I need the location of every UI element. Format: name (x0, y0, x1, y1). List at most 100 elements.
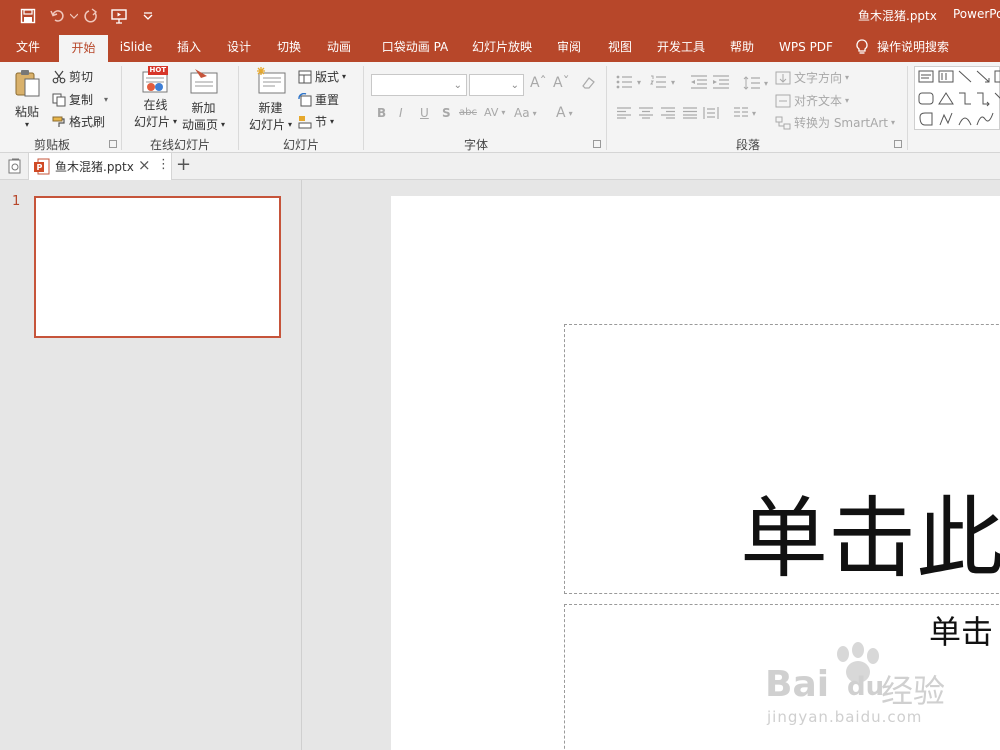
tab-pocket-animation[interactable]: 口袋动画 PA (375, 32, 455, 62)
tell-me-search[interactable]: 操作说明搜索 (855, 32, 965, 62)
title-placeholder-text: 单击此 (740, 487, 1000, 590)
bullets-dropdown-icon: ▾ (637, 77, 642, 87)
ribbon-tabs: 文件 开始 iSlide 插入 设计 切换 动画 口袋动画 PA 幻灯片放映 审… (0, 32, 1000, 62)
format-painter-button[interactable]: 格式刷 (52, 113, 105, 130)
layout-dropdown-icon: ▾ (342, 72, 347, 81)
new-animation-page-button[interactable]: 新加 动画页 ▾ (182, 66, 225, 133)
save-icon[interactable] (18, 6, 38, 26)
paragraph-launcher-icon[interactable] (894, 140, 902, 148)
group-divider (907, 66, 908, 150)
align-text-icon (775, 94, 791, 108)
slide-number: 1 (12, 194, 21, 209)
align-center-button[interactable] (638, 107, 654, 119)
new-slide-button[interactable]: 新建 幻灯片 ▾ (249, 66, 292, 133)
undo-dropdown-icon[interactable] (68, 6, 80, 26)
new-animation-page-dropdown-icon: ▾ (221, 120, 226, 129)
tell-me-label: 操作说明搜索 (877, 40, 950, 54)
shapes-gallery[interactable] (914, 66, 1000, 130)
font-size-dropdown-icon: ⌄ (510, 79, 519, 91)
tab-design[interactable]: 设计 (220, 32, 258, 62)
strikethrough-button[interactable]: abc (459, 107, 477, 118)
bold-button[interactable]: B (377, 106, 386, 120)
clear-formatting-button[interactable] (580, 75, 596, 89)
undo-icon[interactable] (48, 6, 68, 26)
convert-smartart-button[interactable]: 转换为 SmartArt ▾ (775, 114, 895, 131)
align-right-button[interactable] (660, 107, 676, 119)
tab-help[interactable]: 帮助 (723, 32, 761, 62)
group-divider (121, 66, 122, 150)
tab-review[interactable]: 审阅 (550, 32, 588, 62)
tab-slideshow[interactable]: 幻灯片放映 (468, 32, 536, 62)
close-tab-icon[interactable]: × (138, 156, 151, 174)
text-direction-button[interactable]: 文字方向 ▾ (775, 69, 849, 86)
align-text-button[interactable]: 对齐文本 ▾ (775, 92, 849, 109)
redo-icon[interactable] (82, 6, 100, 26)
document-tab[interactable]: P 鱼木混猪.pptx × ⋮ (28, 153, 172, 180)
decrease-indent-button[interactable] (690, 75, 708, 89)
new-slide-icon (253, 66, 289, 99)
tab-file[interactable]: 文件 (8, 32, 48, 62)
new-tab-icon[interactable]: + (176, 154, 191, 175)
clipboard-group-label: 剪贴板 (34, 138, 71, 152)
cut-label: 剪切 (69, 70, 94, 84)
copy-label: 复制 (69, 93, 94, 107)
distributed-button[interactable] (703, 106, 719, 120)
slide-thumbnail-pane: 1 (0, 180, 302, 750)
tab-view[interactable]: 视图 (601, 32, 639, 62)
tab-more-icon[interactable]: ⋮ (157, 157, 170, 172)
paste-button[interactable]: 粘贴 ▾ (12, 68, 42, 129)
paste-label: 粘贴 (14, 105, 39, 119)
new-slide-label-row: 幻灯片 ▾ (249, 116, 292, 133)
font-color-button[interactable]: A ▾ (556, 105, 573, 121)
underline-button[interactable]: U (420, 106, 429, 120)
smartart-icon (775, 116, 791, 130)
slide-thumbnail[interactable] (34, 196, 281, 338)
copy-icon (52, 93, 66, 107)
distributed-icon (703, 106, 719, 120)
character-spacing-label: AV (484, 106, 499, 119)
new-slide-dropdown-icon: ▾ (288, 120, 293, 129)
lightbulb-icon (855, 39, 869, 55)
tab-list-icon[interactable] (7, 158, 23, 178)
cut-button[interactable]: 剪切 (52, 68, 93, 85)
line-spacing-button[interactable]: ▾ (743, 75, 768, 91)
font-launcher-icon[interactable] (593, 140, 601, 148)
tab-islide[interactable]: iSlide (113, 32, 159, 62)
tab-transitions[interactable]: 切换 (270, 32, 308, 62)
clipboard-launcher-icon[interactable] (109, 140, 117, 148)
copy-button[interactable]: 复制 ▾ (52, 91, 108, 108)
italic-button[interactable]: I (399, 106, 403, 120)
paste-dropdown-icon: ▾ (24, 120, 29, 129)
slides-group-label: 幻灯片 (283, 138, 320, 152)
customize-toolbar-icon[interactable] (140, 6, 156, 26)
decrease-font-size-button[interactable]: Aˇ (553, 75, 570, 91)
align-left-button[interactable] (616, 107, 632, 119)
bullets-button[interactable]: ▾ (616, 75, 641, 89)
tab-home[interactable]: 开始 (59, 35, 108, 62)
start-slideshow-icon[interactable] (108, 6, 130, 26)
layout-button[interactable]: 版式 ▾ (298, 68, 346, 85)
tab-wps-pdf[interactable]: WPS PDF (773, 32, 839, 62)
title-placeholder[interactable]: 单击此 (564, 324, 1000, 594)
justify-button[interactable] (682, 107, 698, 119)
tab-animations[interactable]: 动画 (320, 32, 358, 62)
tab-insert[interactable]: 插入 (170, 32, 208, 62)
align-center-icon (638, 107, 654, 119)
paragraph-group-label: 段落 (736, 138, 761, 152)
document-tab-name: 鱼木混猪.pptx (55, 160, 134, 174)
numbering-button[interactable]: ▾ (650, 75, 675, 89)
change-case-label: Aa (514, 106, 530, 120)
change-case-button[interactable]: Aa ▾ (514, 106, 537, 120)
section-dropdown-icon: ▾ (330, 117, 335, 126)
columns-button[interactable]: ▾ (733, 107, 756, 119)
character-spacing-button[interactable]: AV ▾ (484, 106, 505, 119)
section-button[interactable]: 节 ▾ (298, 113, 334, 130)
increase-indent-button[interactable] (712, 75, 730, 89)
online-slides-button[interactable]: HOT 在线 幻灯片 ▾ (134, 66, 177, 130)
increase-font-size-button[interactable]: Aˆ (530, 75, 547, 91)
font-size-select[interactable]: ⌄ (469, 74, 524, 96)
reset-button[interactable]: 重置 (298, 91, 339, 108)
font-name-select[interactable]: ⌄ (371, 74, 467, 96)
shadow-button[interactable]: S (442, 106, 451, 120)
tab-developer[interactable]: 开发工具 (651, 32, 711, 62)
